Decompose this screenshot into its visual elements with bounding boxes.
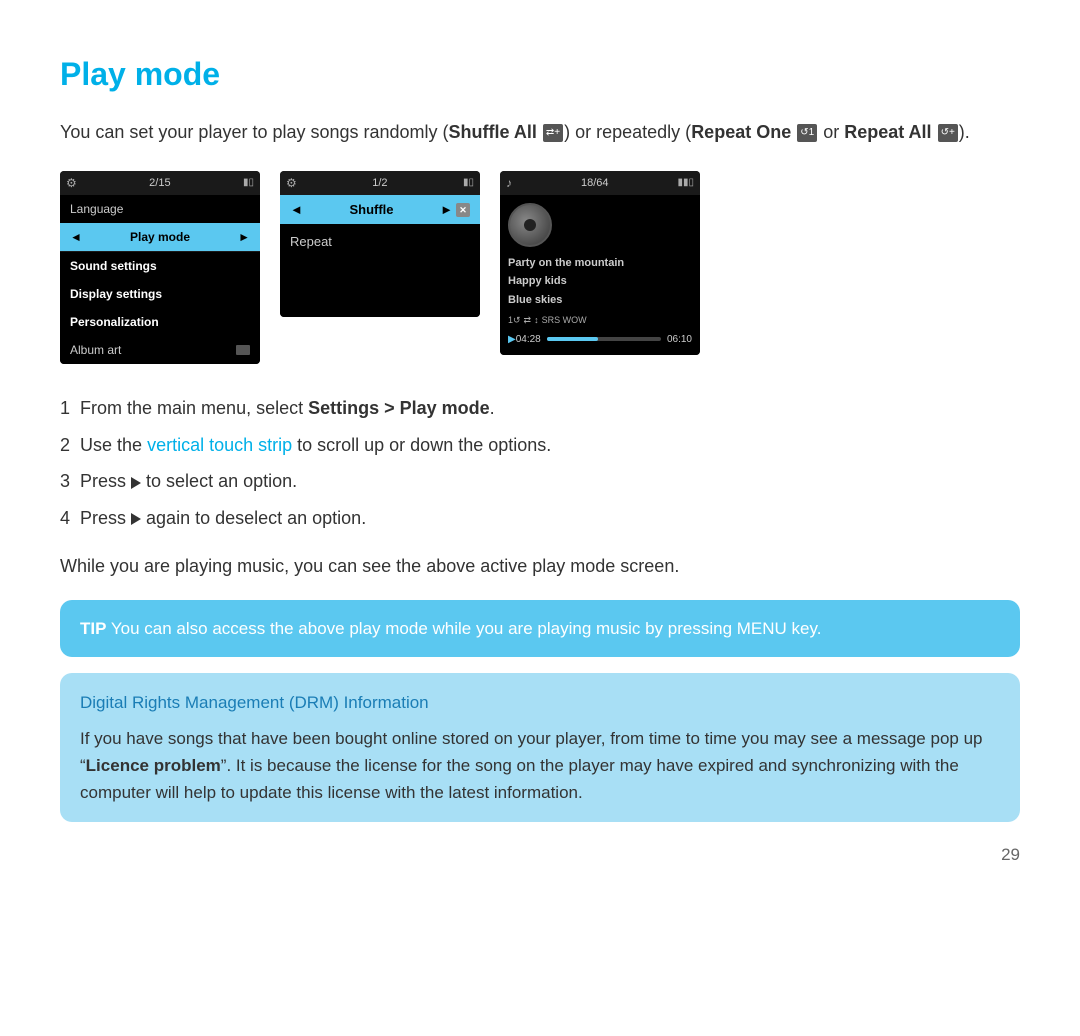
step-3: 3 Press to select an option. (60, 467, 1020, 496)
tip-label: TIP (80, 619, 106, 638)
play-icon: ▶ (508, 332, 516, 347)
screen2-battery: ▮▯ (463, 175, 474, 190)
step-1-num: 1 (60, 398, 70, 418)
repeat-one-icon: 1↺ (508, 314, 521, 328)
track-1: Party on the mountain (508, 255, 692, 272)
screen2-counter: 1/2 (372, 175, 387, 192)
shuffle-status-icon: ⇄ (524, 314, 532, 328)
np-counter: 18/64 (581, 175, 609, 192)
progress-row: ▶ 04:28 06:10 (508, 332, 692, 347)
progress-fill (547, 337, 598, 341)
track-list: Party on the mountain Happy kids Blue sk… (508, 255, 692, 309)
empty-item-2 (280, 277, 480, 297)
screen1-battery: ▮▯ (243, 175, 254, 190)
gear-icon-2: ⚙ (286, 174, 297, 192)
drm-box: Digital Rights Management (DRM) Informat… (60, 673, 1020, 822)
page-number: 29 (60, 842, 1020, 868)
signal-icon: ↕ (534, 314, 539, 328)
menu-item-sound: Sound settings (60, 252, 260, 280)
device-screen-3: ♪ 18/64 ▮▮▯ Party on the mountain Happy … (500, 171, 700, 355)
page-title: Play mode (60, 50, 1020, 98)
album-art-label: Album art (70, 341, 121, 359)
menu-item-albumart: Album art (60, 336, 260, 364)
arrow-right-icon: ► (238, 228, 250, 246)
devices-row: ⚙ 2/15 ▮▯ Language ◄ Play mode ► Sound s… (60, 171, 1020, 364)
playmode-label: Play mode (130, 228, 190, 246)
empty-item-3 (280, 297, 480, 317)
device-screen-2: ⚙ 1/2 ▮▯ ◄ Shuffle ► ✕ Repeat (280, 171, 480, 317)
shuffle-item-selected: ◄ Shuffle ► ✕ (280, 195, 480, 225)
total-time: 06:10 (667, 332, 692, 347)
step-3-num: 3 (60, 471, 70, 491)
step-4: 4 Press again to deselect an option. (60, 504, 1020, 533)
status-icons: 1↺ ⇄ ↕ SRS WOW (508, 314, 692, 328)
album-art (508, 203, 552, 247)
tip-text: You can also access the above play mode … (106, 619, 821, 638)
while-text: While you are playing music, you can see… (60, 553, 1020, 580)
menu-item-playmode: ◄ Play mode ► (60, 223, 260, 251)
x-icon: ✕ (456, 203, 470, 217)
step-2: 2 Use the vertical touch strip to scroll… (60, 431, 1020, 460)
gear-icon-1: ⚙ (66, 174, 77, 192)
battery-bars: ▮▮▯ (677, 175, 694, 190)
current-time: 04:28 (516, 332, 541, 347)
menu-item-language: Language (60, 195, 260, 223)
album-art-toggle (236, 345, 250, 355)
progress-bar (547, 337, 661, 341)
menu-item-personalization: Personalization (60, 308, 260, 336)
steps-list: 1 From the main menu, select Settings > … (60, 394, 1020, 533)
music-note-icon: ♪ (506, 174, 512, 192)
drm-title: Digital Rights Management (DRM) Informat… (80, 689, 1000, 716)
empty-item-1 (280, 257, 480, 277)
screen1-counter: 2/15 (149, 175, 170, 192)
intro-paragraph: You can set your player to play songs ra… (60, 118, 1020, 147)
step-4-num: 4 (60, 508, 70, 528)
step-2-num: 2 (60, 435, 70, 455)
shuffle-label: Shuffle (349, 200, 393, 220)
tip-box: TIP You can also access the above play m… (60, 600, 1020, 658)
srs-label: SRS WOW (542, 314, 587, 328)
menu-item-display: Display settings (60, 280, 260, 308)
step-1: 1 From the main menu, select Settings > … (60, 394, 1020, 423)
track-2: Happy kids (508, 273, 692, 290)
arrow-left-icon: ◄ (70, 228, 82, 246)
device-screen-1: ⚙ 2/15 ▮▯ Language ◄ Play mode ► Sound s… (60, 171, 260, 364)
drm-bold: Licence problem (86, 756, 221, 775)
shuffle-arrow-right: ► (440, 200, 453, 220)
repeat-item: Repeat (280, 224, 480, 257)
track-3: Blue skies (508, 292, 692, 309)
shuffle-arrow-left: ◄ (290, 200, 303, 220)
vertical-touch-strip-link: vertical touch strip (147, 435, 292, 455)
